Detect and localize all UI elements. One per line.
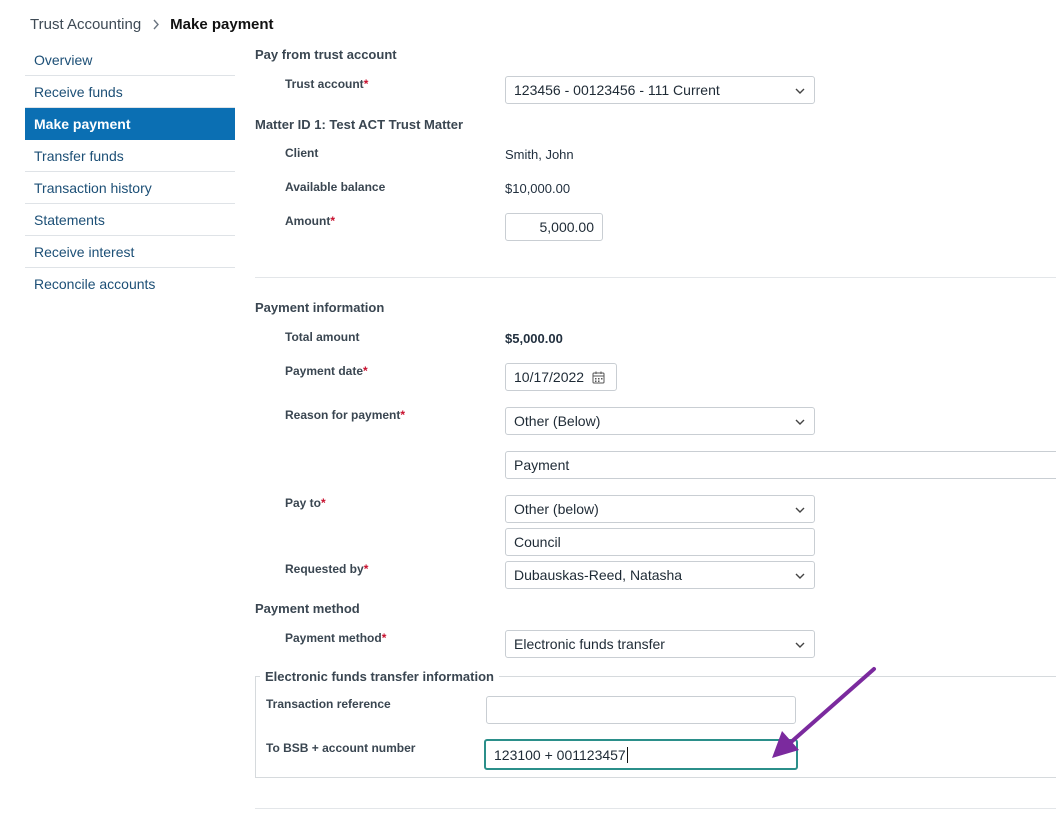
sidebar-item-reconcile-accounts[interactable]: Reconcile accounts [25,268,235,300]
payment-date-input[interactable]: 10/17/2022 [505,363,617,391]
reason-value: Other (Below) [514,413,601,429]
section-divider [255,277,1056,278]
total-amount-label: Total amount [285,330,360,344]
client-label: Client [285,146,319,160]
available-balance-label: Available balance [285,180,386,194]
required-marker: * [330,214,335,228]
requested-by-select[interactable]: Dubauskas-Reed, Natasha [505,561,815,589]
required-marker: * [400,408,406,422]
trust-account-select[interactable]: 123456 - 00123456 - 111 Current [505,76,815,104]
chevron-down-icon [795,642,805,648]
required-marker: * [363,364,368,378]
amount-label: Amount* [285,214,335,228]
pay-from-section-title: Pay from trust account [255,47,397,62]
required-marker: * [363,562,369,576]
chevron-right-icon [152,19,160,30]
required-marker: * [381,631,387,645]
payment-date-value: 10/17/2022 [514,369,585,385]
breadcrumb-trust-accounting-link[interactable]: Trust Accounting [30,16,141,33]
reason-select[interactable]: Other (Below) [505,407,815,435]
chevron-down-icon [795,507,805,513]
payment-info-section-title: Payment information [255,300,385,315]
eft-legend: Electronic funds transfer information [260,669,499,684]
available-balance-value: $10,000.00 [505,181,571,196]
client-value: Smith, John [505,147,574,162]
required-marker: * [321,496,326,510]
bsb-account-value: 123100 + 001123457 [494,746,626,763]
bsb-account-label: To BSB + account number [266,741,416,755]
calendar-icon[interactable] [592,371,605,384]
sidebar-item-overview[interactable]: Overview [25,44,235,76]
payment-method-label: Payment method* [285,631,387,645]
requested-by-label: Requested by* [285,562,369,576]
transaction-reference-label: Transaction reference [266,697,391,711]
pay-to-select[interactable]: Other (below) [505,495,815,523]
section-divider [255,808,1056,809]
chevron-down-icon [795,573,805,579]
amount-value: 5,000.00 [539,219,595,235]
pay-to-label: Pay to* [285,496,326,510]
breadcrumb: Trust Accounting Make payment [30,16,274,33]
chevron-down-icon [795,419,805,425]
matter-section-title: Matter ID 1: Test ACT Trust Matter [255,117,464,132]
sidebar-item-statements[interactable]: Statements [25,204,235,236]
sidebar-item-transaction-history[interactable]: Transaction history [25,172,235,204]
amount-input[interactable]: 5,000.00 [505,213,603,241]
trust-account-label: Trust account* [285,77,369,91]
sidebar-item-receive-interest[interactable]: Receive interest [25,236,235,268]
sidebar-item-transfer-funds[interactable]: Transfer funds [25,140,235,172]
payment-date-label: Payment date* [285,364,368,378]
required-marker: * [363,77,369,91]
bsb-account-input[interactable]: 123100 + 001123457 [484,739,798,770]
sidebar-nav: Overview Receive funds Make payment Tran… [25,44,235,300]
sidebar-item-receive-funds[interactable]: Receive funds [25,76,235,108]
pay-to-text-input[interactable]: Council [505,528,815,556]
trust-account-value: 123456 - 00123456 - 111 Current [514,82,720,98]
payment-method-section-title: Payment method [255,601,360,616]
reason-text-input[interactable]: Payment [505,451,1056,479]
payment-method-select[interactable]: Electronic funds transfer [505,630,815,658]
text-caret [626,746,628,763]
sidebar-item-make-payment[interactable]: Make payment [25,108,235,140]
requested-by-value: Dubauskas-Reed, Natasha [514,567,683,583]
pay-to-text-value: Council [514,534,561,550]
chevron-down-icon [795,88,805,94]
transaction-reference-input[interactable] [486,696,796,724]
reason-text-value: Payment [514,457,570,473]
payment-method-value: Electronic funds transfer [514,636,665,652]
total-amount-value: $5,000.00 [505,331,563,346]
reason-label: Reason for payment* [285,408,406,422]
page-title: Make payment [170,16,274,33]
pay-to-value: Other (below) [514,501,599,517]
